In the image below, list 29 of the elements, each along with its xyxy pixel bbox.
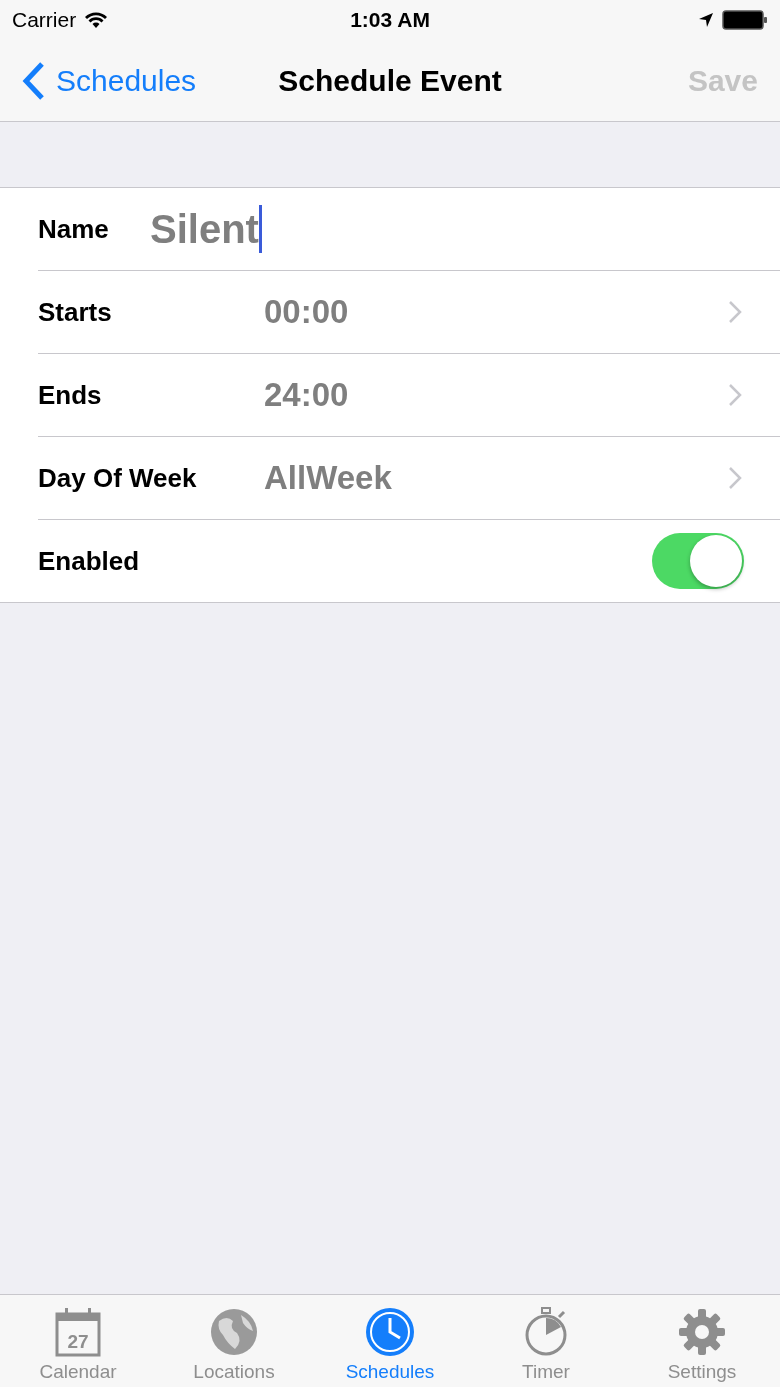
tab[interactable]: Locations xyxy=(156,1295,312,1387)
settings-icon xyxy=(677,1307,727,1357)
carrier: Carrier xyxy=(12,8,77,32)
row-value[interactable]: 24:00 xyxy=(264,376,728,414)
tab[interactable]: Timer xyxy=(468,1295,624,1387)
chevron-icon xyxy=(728,300,742,324)
tab[interactable]: 27 Calendar xyxy=(0,1295,156,1387)
back-button[interactable]: Schedules xyxy=(22,60,197,101)
name-input-field[interactable]: Silent xyxy=(150,205,742,253)
battery-icon xyxy=(722,10,768,30)
location-arrow-icon xyxy=(698,12,714,28)
row-label: Enabled xyxy=(38,545,141,577)
tab[interactable]: Schedules xyxy=(312,1295,468,1387)
chevron-icon xyxy=(728,466,742,490)
wifi-icon xyxy=(84,11,109,29)
tab[interactable]: Settings xyxy=(624,1295,780,1387)
globe-icon xyxy=(209,1307,259,1357)
enabled-toggle[interactable] xyxy=(652,533,744,589)
row-label: Name xyxy=(38,213,110,245)
chevron-icon xyxy=(728,383,742,407)
row-label: Starts xyxy=(38,296,113,328)
row-value[interactable]: 00:00 xyxy=(264,293,728,331)
row-value[interactable]: AllWeek xyxy=(264,459,728,497)
row-label: Day Of Week xyxy=(38,462,198,494)
nav-title: Schedule Event xyxy=(278,63,502,98)
status-time: 1:03 AM xyxy=(350,8,430,32)
row-label: Ends xyxy=(38,379,103,411)
back-chevron-icon xyxy=(22,60,46,101)
clock-icon xyxy=(365,1307,415,1357)
